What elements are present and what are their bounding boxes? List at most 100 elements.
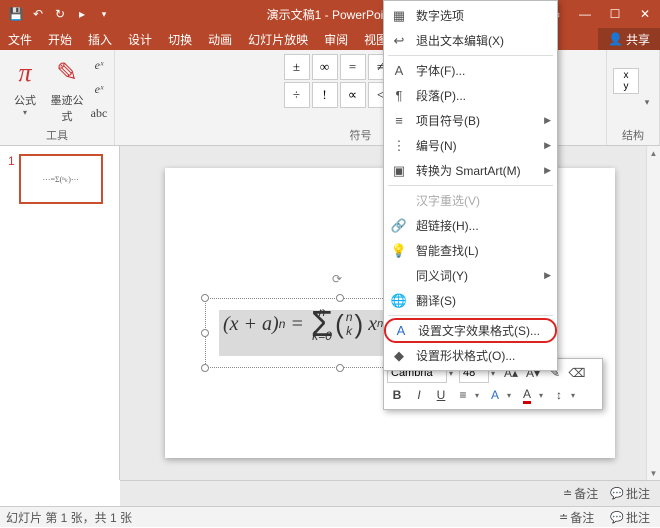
underline-button[interactable]: U (431, 385, 451, 405)
bold-button[interactable]: B (387, 385, 407, 405)
tab-transition[interactable]: 切换 (160, 28, 200, 50)
symbol-cell[interactable]: ∝ (340, 82, 366, 108)
font-color-icon[interactable]: A (517, 385, 537, 405)
menu-text-effect-format[interactable]: A设置文字效果格式(S)... (384, 318, 557, 343)
menu-smart-lookup[interactable]: 💡智能查找(L) (384, 238, 557, 263)
context-menu: ▦数字选项 ↩退出文本编辑(X) A字体(F)... ¶段落(P)... ≡项目… (383, 0, 558, 371)
menu-smartart[interactable]: ▣转换为 SmartArt(M)▶ (384, 158, 557, 183)
comments-button[interactable]: 💬 批注 (606, 507, 654, 528)
resize-handle[interactable] (336, 294, 344, 302)
status-bar: 幻灯片 第 1 张，共 1 张 ≐ 备注 💬 批注 (0, 506, 660, 527)
shape-format-icon: ◆ (390, 347, 408, 365)
content-area: 1 ⋯=Σ(ⁿₖ)⋯ ⟳ (x + a)n = nΣk=0 (nk (0, 146, 660, 480)
menu-number-options[interactable]: ▦数字选项 (384, 3, 557, 28)
tab-slideshow[interactable]: 幻灯片放映 (240, 28, 316, 50)
menu-shape-format[interactable]: ◆设置形状格式(O)... (384, 343, 557, 368)
notes-button[interactable]: ≐ 备注 (559, 483, 602, 504)
resize-handle[interactable] (201, 294, 209, 302)
number-icon: ▦ (390, 7, 408, 25)
bullets-icon: ≡ (390, 112, 408, 130)
symbol-cell[interactable]: = (340, 54, 366, 80)
tab-file[interactable]: 文件 (0, 28, 40, 50)
submenu-arrow-icon: ▶ (544, 165, 551, 176)
tab-share[interactable]: 👤共享 (598, 28, 660, 50)
tab-review[interactable]: 审阅 (316, 28, 356, 50)
group-tools: π 公式 ▾ ✎ 墨迹公式 eˣ eˣ abc 工具 (0, 50, 115, 145)
scroll-up-icon[interactable]: ▲ (647, 146, 660, 160)
ink-icon: ✎ (56, 54, 78, 92)
menu-hyperlink[interactable]: 🔗超链接(H)... (384, 213, 557, 238)
link-icon: 🔗 (390, 217, 408, 235)
font-icon: A (390, 62, 408, 80)
fraction-button[interactable]: xy (613, 68, 639, 94)
thumbnail-preview: ⋯=Σ(ⁿₖ)⋯ (19, 154, 103, 204)
notes-bar: ≐ 备注 💬 批注 (120, 480, 660, 506)
symbol-cell[interactable]: ∞ (312, 54, 338, 80)
menu-bullets[interactable]: ≡项目符号(B)▶ (384, 108, 557, 133)
menu-translate[interactable]: 🌐翻译(S) (384, 288, 557, 313)
menu-ime-reselect: 汉字重选(V) (384, 188, 557, 213)
thumbnail-pane[interactable]: 1 ⋯=Σ(ⁿₖ)⋯ (0, 146, 120, 480)
chevron-down-icon[interactable]: ▾ (571, 391, 579, 400)
tab-animation[interactable]: 动画 (200, 28, 240, 50)
symbol-cell[interactable]: ÷ (284, 82, 310, 108)
convert-linear-button[interactable]: eˣ (90, 78, 108, 100)
smartart-icon: ▣ (390, 162, 408, 180)
thumbnail[interactable]: 1 ⋯=Σ(ⁿₖ)⋯ (8, 154, 111, 204)
menu-numbering[interactable]: ⋮编号(N)▶ (384, 133, 557, 158)
rotate-handle-icon[interactable]: ⟳ (332, 272, 348, 288)
italic-button[interactable]: I (409, 385, 429, 405)
comments-button[interactable]: 💬 批注 (606, 483, 654, 504)
translate-icon: 🌐 (390, 292, 408, 310)
resize-handle[interactable] (201, 364, 209, 372)
notes-button[interactable]: ≐ 备注 (555, 507, 598, 528)
text-effect-icon: A (392, 322, 410, 340)
tab-insert[interactable]: 插入 (80, 28, 120, 50)
menu-synonym[interactable]: 同义词(Y)▶ (384, 263, 557, 288)
redo-icon[interactable]: ↻ (50, 4, 70, 24)
ink-formula-button[interactable]: ✎ 墨迹公式 (48, 54, 86, 124)
minimize-icon[interactable]: — (570, 0, 600, 28)
menu-font[interactable]: A字体(F)... (384, 58, 557, 83)
pi-icon: π (18, 54, 31, 92)
group-structures: xy ▾ 结构 (607, 50, 660, 145)
vertical-scrollbar[interactable]: ▲ ▼ (646, 146, 660, 480)
maximize-icon[interactable]: ☐ (600, 0, 630, 28)
undo-icon[interactable]: ↶ (28, 4, 48, 24)
symbol-cell[interactable]: ! (312, 82, 338, 108)
slide-counter: 幻灯片 第 1 张，共 1 张 (6, 509, 132, 526)
close-icon[interactable]: ✕ (630, 0, 660, 28)
chevron-down-icon[interactable]: ▾ (539, 391, 547, 400)
ribbon: π 公式 ▾ ✎ 墨迹公式 eˣ eˣ abc 工具 ± ∞ = (0, 50, 660, 146)
text-effects-icon[interactable]: A (485, 385, 505, 405)
numbering-icon: ⋮ (390, 137, 408, 155)
tab-design[interactable]: 设计 (120, 28, 160, 50)
chevron-down-icon[interactable]: ▾ (475, 391, 483, 400)
submenu-arrow-icon: ▶ (544, 115, 551, 126)
align-button[interactable]: ≡ (453, 385, 473, 405)
formula-button[interactable]: π 公式 ▾ (6, 54, 44, 117)
resize-handle[interactable] (201, 329, 209, 337)
structures-more-icon[interactable]: ▾ (641, 54, 653, 108)
menu-exit-text-edit[interactable]: ↩退出文本编辑(X) (384, 28, 557, 53)
equation-text[interactable]: (x + a)n = nΣk=0 (nk) xn an (223, 306, 404, 342)
start-icon[interactable]: ▸ (72, 4, 92, 24)
chevron-down-icon[interactable]: ▾ (507, 391, 515, 400)
qat-customize-icon[interactable]: ▾ (94, 4, 114, 24)
line-spacing-icon[interactable]: ↕ (549, 385, 569, 405)
ribbon-tabs: 文件 开始 插入 设计 切换 动画 幻灯片放映 审阅 视图 登录 👤共享 (0, 28, 660, 50)
tab-home[interactable]: 开始 (40, 28, 80, 50)
submenu-arrow-icon: ▶ (544, 270, 551, 281)
symbol-cell[interactable]: ± (284, 54, 310, 80)
clear-format-icon[interactable]: ⌫ (567, 363, 587, 383)
normal-text-button[interactable]: abc (90, 102, 108, 124)
resize-handle[interactable] (336, 364, 344, 372)
scroll-down-icon[interactable]: ▼ (647, 466, 660, 480)
convert-pro-button[interactable]: eˣ (90, 54, 108, 76)
submenu-arrow-icon: ▶ (544, 140, 551, 151)
menu-paragraph[interactable]: ¶段落(P)... (384, 83, 557, 108)
exit-icon: ↩ (390, 32, 408, 50)
save-icon[interactable]: 💾 (6, 4, 26, 24)
titlebar: 💾 ↶ ↻ ▸ ▾ 演示文稿1 - PowerPoint ▭ — ☐ ✕ (0, 0, 660, 28)
lookup-icon: 💡 (390, 242, 408, 260)
